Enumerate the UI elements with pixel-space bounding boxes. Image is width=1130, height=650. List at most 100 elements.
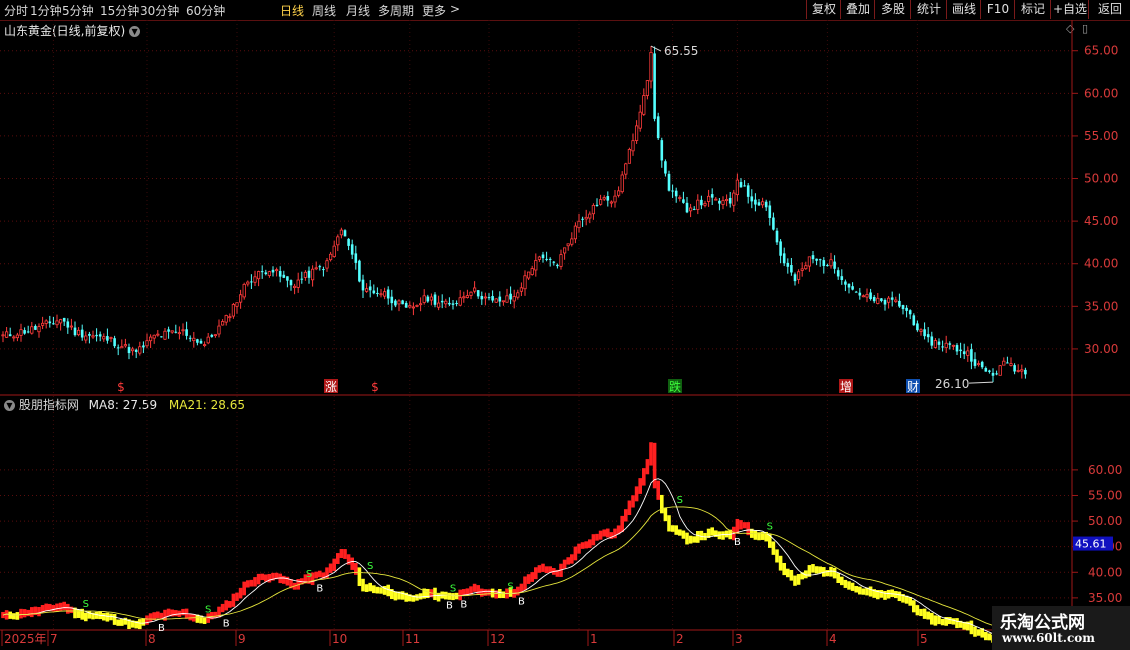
candle-body [476,290,480,297]
indicator-bars [1,442,1013,643]
indicator-bar [688,535,693,544]
indicator-bar [220,603,225,613]
candle-body [15,334,20,339]
indicator-bar [393,591,398,601]
indicator-bar [523,576,527,591]
indicator-bar [487,589,491,596]
candle-body [905,307,908,311]
candle-body [970,349,973,362]
candle-body [768,205,772,218]
indicator-bar [850,582,855,591]
candle-body [912,315,916,326]
candle-body [750,196,754,202]
candle-body [620,174,624,193]
candle-body [653,53,656,119]
indicator-bar [350,557,354,570]
candle-body [148,336,153,342]
event-marker: $ [371,380,379,394]
indicator-bar [174,610,178,617]
indicator-bar [116,619,120,626]
candle-body [847,283,851,288]
candle-body [815,258,818,261]
candle-body [523,275,527,290]
indicator-bar [105,612,110,622]
main-tick-label: 30.00 [1084,342,1118,356]
candle-body [343,230,347,237]
candle-body [858,292,862,296]
indicator-bar [336,553,340,564]
sell-signal: S [367,561,373,572]
candle-body [638,111,642,129]
candle-body [418,303,423,306]
candle-body [980,361,984,368]
indicator-tick-label: 55.00 [1088,488,1122,502]
indicator-bar [264,574,268,582]
candle-body [700,199,703,206]
candle-body [682,199,685,203]
sell-signal: S [677,495,683,506]
candle-body [577,220,581,229]
candle-body [894,299,898,302]
candle-body [667,173,671,191]
candle-body [797,271,801,280]
indicator-bar [332,558,336,572]
candle-body [462,296,466,299]
candle-body [674,190,678,197]
sell-signal: S [507,581,513,592]
candle-body [250,281,253,283]
indicator-bar [156,611,160,619]
indicator-bar [19,608,23,619]
chart-canvas[interactable]: 65.00 60.00 55.00 50.00 45.00 40.00 35.00 30.00… [0,0,1130,650]
candle-body [238,294,243,303]
indicator-bar [519,583,524,592]
indicator-bar [120,619,124,626]
indicator-bar [562,559,567,569]
candle-body [30,326,34,334]
indicator-bar [778,555,783,571]
candle-body [656,116,660,139]
candle-body [930,336,934,346]
candle-body [671,190,674,192]
candle-body [386,289,390,299]
candle-body [556,264,559,267]
indicator-bar [22,609,27,618]
candle-body [379,293,383,296]
indicator-bar [595,533,599,541]
candle-body [977,363,981,366]
candle-body [202,344,207,346]
candle-body [548,258,552,260]
candle-body [278,271,282,277]
candle-body [253,276,257,283]
watermark-url: www.60lt.com [1002,631,1095,645]
candle-body [199,340,203,344]
indicator-bar [343,549,347,559]
candle-body [138,346,142,354]
indicator-bar [577,543,581,554]
indicator-bar [987,633,992,641]
candle-body [404,302,408,308]
candle-body [91,335,95,338]
indicator-bar [660,494,664,514]
indicator-bar [84,612,88,622]
indicator-bar [483,589,488,596]
indicator-bar [598,530,603,540]
watermark-title: 乐淘公式网 [1000,613,1085,633]
indicator-bar [328,563,333,573]
indicator-bar [843,579,848,588]
indicator-bar [361,578,365,592]
candle-body [339,229,344,236]
candle-body [436,302,441,308]
indicator-bar [94,611,99,619]
candle-body [242,283,246,298]
indicator-bar [253,577,257,587]
main-tick-label: 55.00 [1084,129,1118,143]
indicator-bar [364,584,369,592]
candle-body [120,346,124,349]
candle-body [624,163,628,175]
candle-body [426,296,430,302]
candle-body [361,279,365,291]
candle-body [59,319,63,324]
candle-body [130,348,135,352]
candle-body [898,300,901,307]
indicator-bar [678,529,682,536]
